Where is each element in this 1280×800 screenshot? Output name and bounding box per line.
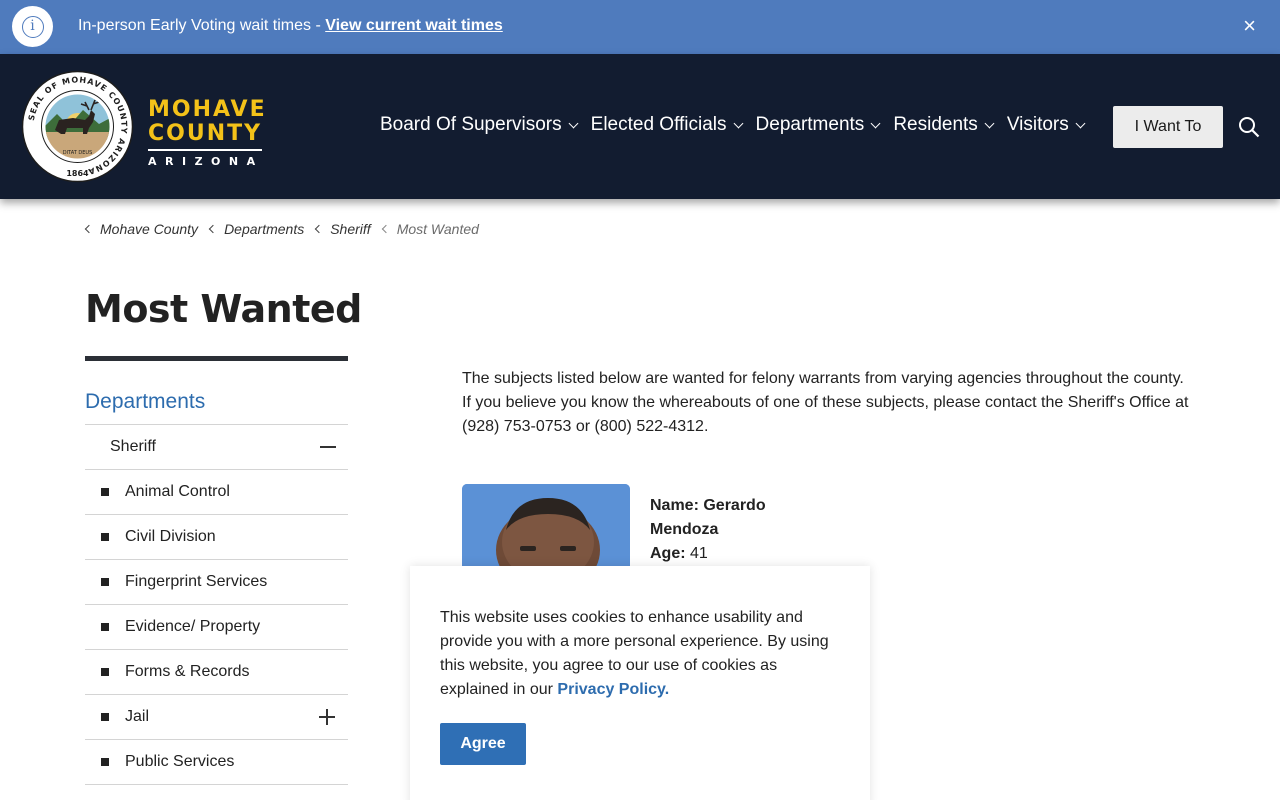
nav-residents[interactable]: Residents	[893, 114, 995, 136]
nav-visitors[interactable]: Visitors	[1006, 114, 1086, 136]
close-icon[interactable]: ×	[1243, 14, 1256, 38]
breadcrumb-item-departments[interactable]: Departments	[208, 221, 305, 237]
nav-label: Board Of Supervisors	[380, 114, 562, 135]
privacy-policy-link[interactable]: Privacy Policy.	[557, 681, 669, 698]
agree-button[interactable]: Agree	[440, 723, 526, 765]
square-bullet-icon	[101, 623, 109, 631]
breadcrumb: Mohave County Departments Sheriff Most W…	[84, 221, 491, 237]
chevron-down-icon	[870, 118, 881, 128]
alert-bar: i In-person Early Voting wait times - Vi…	[0, 0, 1280, 54]
cookie-message: This website uses cookies to enhance usa…	[440, 606, 840, 702]
sidebar-item-evidence-property[interactable]: Evidence/ Property	[85, 605, 348, 650]
alert-message: In-person Early Voting wait times - View…	[78, 17, 503, 35]
name-label: Name:	[650, 497, 699, 514]
sidebar-item-label: Fingerprint Services	[125, 573, 268, 590]
brand-line-3: ARIZONA	[148, 155, 264, 168]
sidebar-item-public-services[interactable]: Public Services	[85, 740, 348, 785]
chevron-left-icon	[314, 224, 324, 234]
sidebar-item-animal-control[interactable]: Animal Control	[85, 470, 348, 515]
alert-link[interactable]: View current wait times	[325, 17, 503, 34]
breadcrumb-item-current: Most Wanted	[381, 221, 479, 237]
nav-label: Residents	[893, 114, 978, 135]
brand-divider	[148, 149, 262, 151]
subject-age: 41	[690, 545, 708, 562]
alert-message-text: In-person Early Voting wait times -	[78, 17, 326, 34]
breadcrumb-label: Sheriff	[330, 221, 371, 237]
square-bullet-icon	[101, 713, 109, 721]
info-icon: i	[12, 6, 53, 47]
sidebar-item-label: Forms & Records	[125, 663, 250, 680]
main-nav: Board Of Supervisors Elected Officials D…	[380, 114, 1098, 136]
sidebar-heading[interactable]: Departments	[85, 361, 348, 425]
square-bullet-icon	[101, 668, 109, 676]
brand-line-1: MOHAVE	[148, 97, 267, 122]
county-seal-logo[interactable]: SEAL OF MOHAVE COUNTY ARIZONA DITAT DEUS…	[21, 70, 134, 183]
breadcrumb-label: Most Wanted	[396, 221, 479, 237]
sidebar-item-label: Jail	[125, 708, 150, 725]
chevron-down-icon	[1075, 118, 1086, 128]
site-header: SEAL OF MOHAVE COUNTY ARIZONA DITAT DEUS…	[0, 54, 1280, 199]
chevron-down-icon	[984, 118, 995, 128]
sidebar-item-jail[interactable]: Jail	[85, 695, 348, 740]
square-bullet-icon	[101, 578, 109, 586]
chevron-left-icon	[381, 224, 390, 234]
square-bullet-icon	[101, 488, 109, 496]
subject-photo[interactable]	[462, 484, 630, 566]
sidebar-item-fingerprint-services[interactable]: Fingerprint Services	[85, 560, 348, 605]
intro-paragraph: The subjects listed below are wanted for…	[462, 370, 1189, 435]
collapse-icon[interactable]	[320, 446, 336, 448]
subject-info: Name: Gerardo Mendoza Age: 41	[650, 494, 790, 566]
seal-motto: DITAT DEUS	[63, 150, 93, 156]
sidebar-item-sheriff[interactable]: Sheriff	[85, 425, 348, 470]
nav-label: Visitors	[1006, 114, 1069, 135]
sidebar-item-label: Evidence/ Property	[125, 618, 261, 635]
search-icon[interactable]	[1238, 116, 1260, 138]
chevron-left-icon	[84, 224, 94, 234]
cookie-banner: This website uses cookies to enhance usa…	[410, 566, 870, 800]
square-bullet-icon	[101, 758, 109, 766]
sidebar-item-civil-division[interactable]: Civil Division	[85, 515, 348, 560]
page-title: Most Wanted	[85, 287, 362, 331]
breadcrumb-label: Departments	[224, 221, 305, 237]
sidebar-item-label: Animal Control	[125, 483, 230, 500]
sidebar-item-label: Public Services	[125, 753, 235, 770]
expand-icon[interactable]	[319, 709, 335, 725]
sidebar-item-label: Civil Division	[125, 528, 216, 545]
breadcrumb-item-sheriff[interactable]: Sheriff	[314, 221, 371, 237]
nav-elected-officials[interactable]: Elected Officials	[590, 114, 743, 136]
brand-wordmark[interactable]: MOHAVE COUNTY ARIZONA	[148, 98, 267, 168]
sidebar-item-label: Sheriff	[110, 438, 156, 455]
chevron-down-icon	[733, 118, 743, 128]
square-bullet-icon	[101, 533, 109, 541]
chevron-left-icon	[208, 224, 218, 234]
nav-board-of-supervisors[interactable]: Board Of Supervisors	[380, 114, 579, 136]
brand-line-2: COUNTY	[148, 121, 263, 146]
nav-label: Elected Officials	[590, 114, 727, 135]
breadcrumb-label: Mohave County	[100, 221, 199, 237]
age-label: Age:	[650, 545, 686, 562]
chevron-down-icon	[568, 118, 579, 128]
breadcrumb-item-mohave-county[interactable]: Mohave County	[84, 221, 199, 237]
nav-departments[interactable]: Departments	[755, 114, 881, 136]
nav-label: Departments	[755, 114, 865, 135]
sidebar-item-forms-records[interactable]: Forms & Records	[85, 650, 348, 695]
sidebar-nav: Departments Sheriff Animal Control Civil…	[85, 356, 348, 785]
seal-year: 1864	[66, 169, 89, 178]
i-want-to-button[interactable]: I Want To	[1113, 106, 1223, 148]
